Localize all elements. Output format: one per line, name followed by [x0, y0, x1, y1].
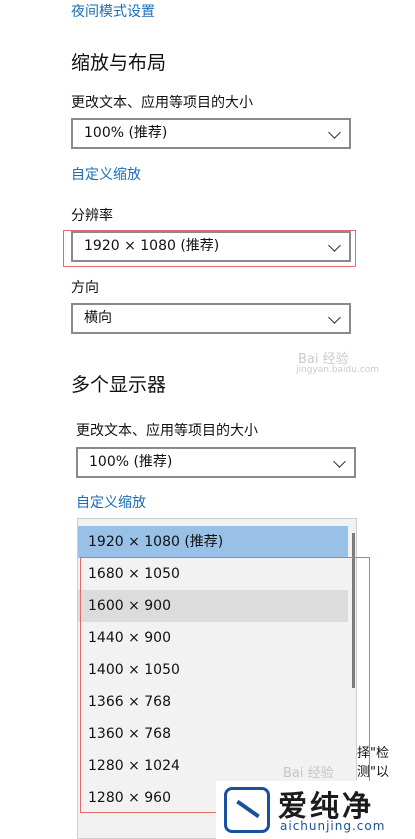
- resolution-option[interactable]: 1400 × 1050: [78, 654, 348, 686]
- resolution-option[interactable]: 1360 × 768: [78, 718, 348, 750]
- text-size-label: 更改文本、应用等项目的大小: [71, 95, 253, 111]
- chevron-down-icon: [328, 126, 341, 139]
- chevron-down-icon: [333, 455, 346, 468]
- orientation-label: 方向: [71, 280, 99, 296]
- chevron-down-icon: [328, 311, 341, 324]
- multi-text-size-label: 更改文本、应用等项目的大小: [76, 423, 258, 439]
- multi-custom-scale-link[interactable]: 自定义缩放: [76, 492, 146, 512]
- multi-text-size-select[interactable]: 100% (推荐): [76, 447, 356, 478]
- resolution-option[interactable]: 1600 × 900: [78, 590, 348, 622]
- logo-mark-icon: [224, 787, 270, 833]
- resolution-label: 分辨率: [71, 208, 113, 224]
- resolution-option[interactable]: 1366 × 768: [78, 686, 348, 718]
- multi-text-size-value: 100% (推荐): [89, 454, 173, 470]
- site-logo: 爱纯净 aichunjing.com: [216, 781, 415, 839]
- night-light-settings-link[interactable]: 夜间模式设置: [71, 1, 155, 21]
- multiple-displays-title: 多个显示器: [71, 374, 167, 396]
- logo-url: aichunjing.com: [280, 819, 386, 833]
- resolution-option[interactable]: 1440 × 900: [78, 622, 348, 654]
- resolution-option[interactable]: 1920 × 1080 (推荐): [78, 526, 348, 558]
- custom-scale-link[interactable]: 自定义缩放: [71, 164, 141, 184]
- orientation-value: 横向: [84, 310, 112, 326]
- dropdown-scrollbar[interactable]: [352, 533, 355, 688]
- resolution-value: 1920 × 1080 (推荐): [84, 238, 220, 254]
- resolution-select[interactable]: 1920 × 1080 (推荐): [71, 231, 351, 262]
- detect-hint-text: 择"检测"以: [357, 746, 389, 780]
- baidu-watermark: Bai 经验: [283, 766, 334, 781]
- resolution-option[interactable]: 1680 × 1050: [78, 558, 348, 590]
- text-size-select[interactable]: 100% (推荐): [71, 118, 351, 149]
- chevron-down-icon: [328, 239, 341, 252]
- baidu-watermark-url: jingyan.baidu.com: [296, 365, 380, 375]
- scale-layout-title: 缩放与布局: [71, 52, 167, 74]
- text-size-value: 100% (推荐): [84, 125, 168, 141]
- orientation-select[interactable]: 横向: [71, 303, 351, 334]
